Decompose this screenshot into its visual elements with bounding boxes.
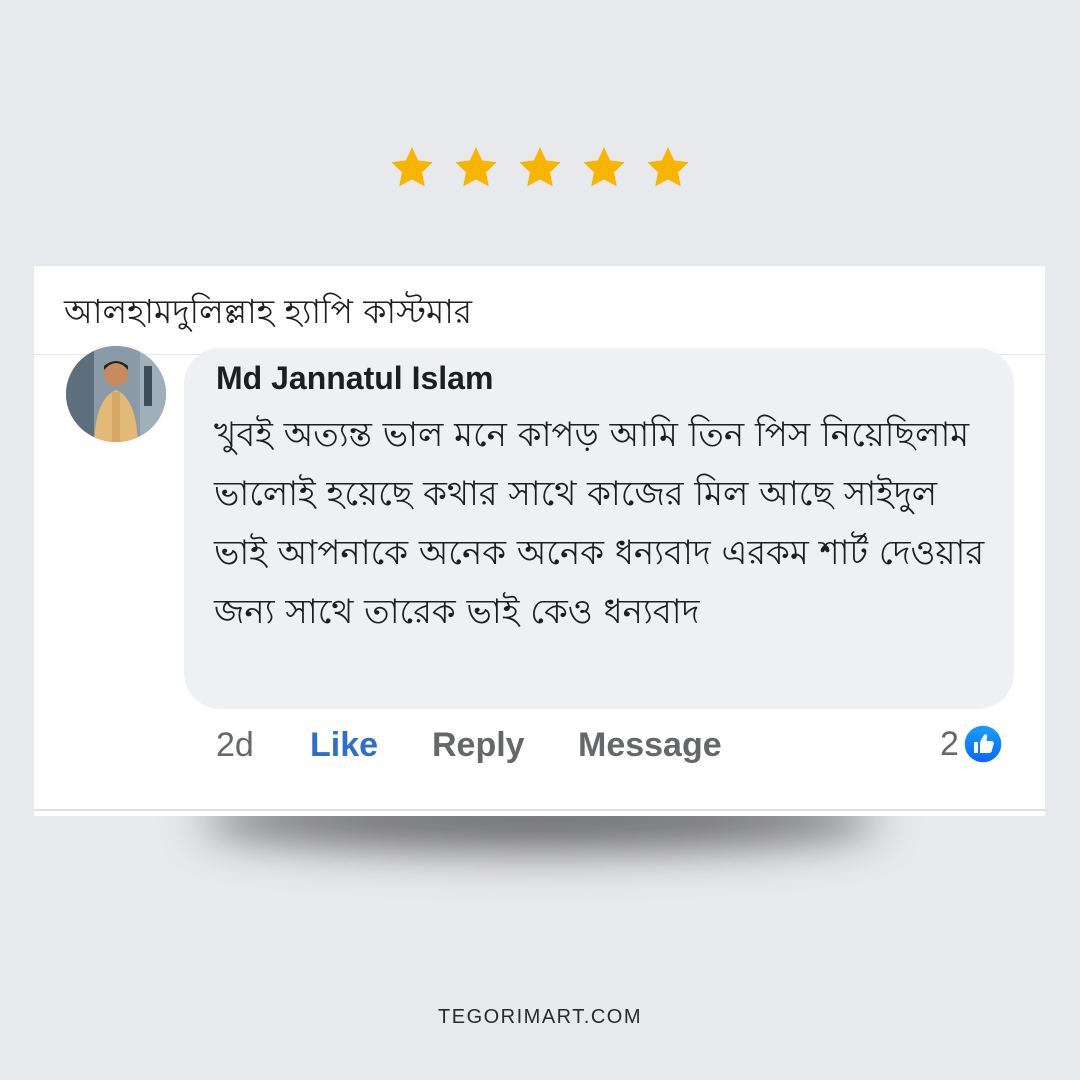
reaction-summary[interactable]: 2 — [940, 722, 1003, 766]
star-rating — [0, 144, 1080, 192]
star-icon — [388, 144, 436, 192]
star-icon — [580, 144, 628, 192]
post-header: আলহামদুলিল্লাহ হ্যাপি কাস্টমার — [34, 266, 1045, 355]
avatar[interactable] — [66, 346, 166, 442]
star-icon — [644, 144, 692, 192]
star-icon — [452, 144, 500, 192]
reaction-count: 2 — [940, 724, 959, 763]
comment-text: খুবই অত্যন্ত ভাল মনে কাপড় আমি তিন পিস ন… — [214, 415, 985, 632]
brand-footer: TEGORIMART.COM — [438, 1006, 642, 1028]
star-icon — [516, 144, 564, 192]
like-button[interactable]: Like — [310, 726, 378, 765]
comment-author[interactable]: Md Jannatul Islam — [216, 360, 493, 397]
comment-bubble: Md Jannatul Islam খুবই অত্যন্ত ভাল মনে ক… — [184, 348, 1014, 709]
comment-actions: 2d Like Reply Message 2 — [34, 722, 1045, 772]
comment-timestamp[interactable]: 2d — [216, 726, 254, 765]
thumbs-up-icon — [963, 724, 1003, 764]
reply-button[interactable]: Reply — [432, 726, 525, 765]
post-title: আলহামদুলিল্লাহ হ্যাপি কাস্টমার — [64, 292, 473, 331]
divider — [34, 809, 1045, 811]
comment-screenshot-card: আলহামদুলিল্লাহ হ্যাপি কাস্টমার Md Jannat… — [34, 266, 1045, 816]
message-button[interactable]: Message — [578, 726, 722, 765]
